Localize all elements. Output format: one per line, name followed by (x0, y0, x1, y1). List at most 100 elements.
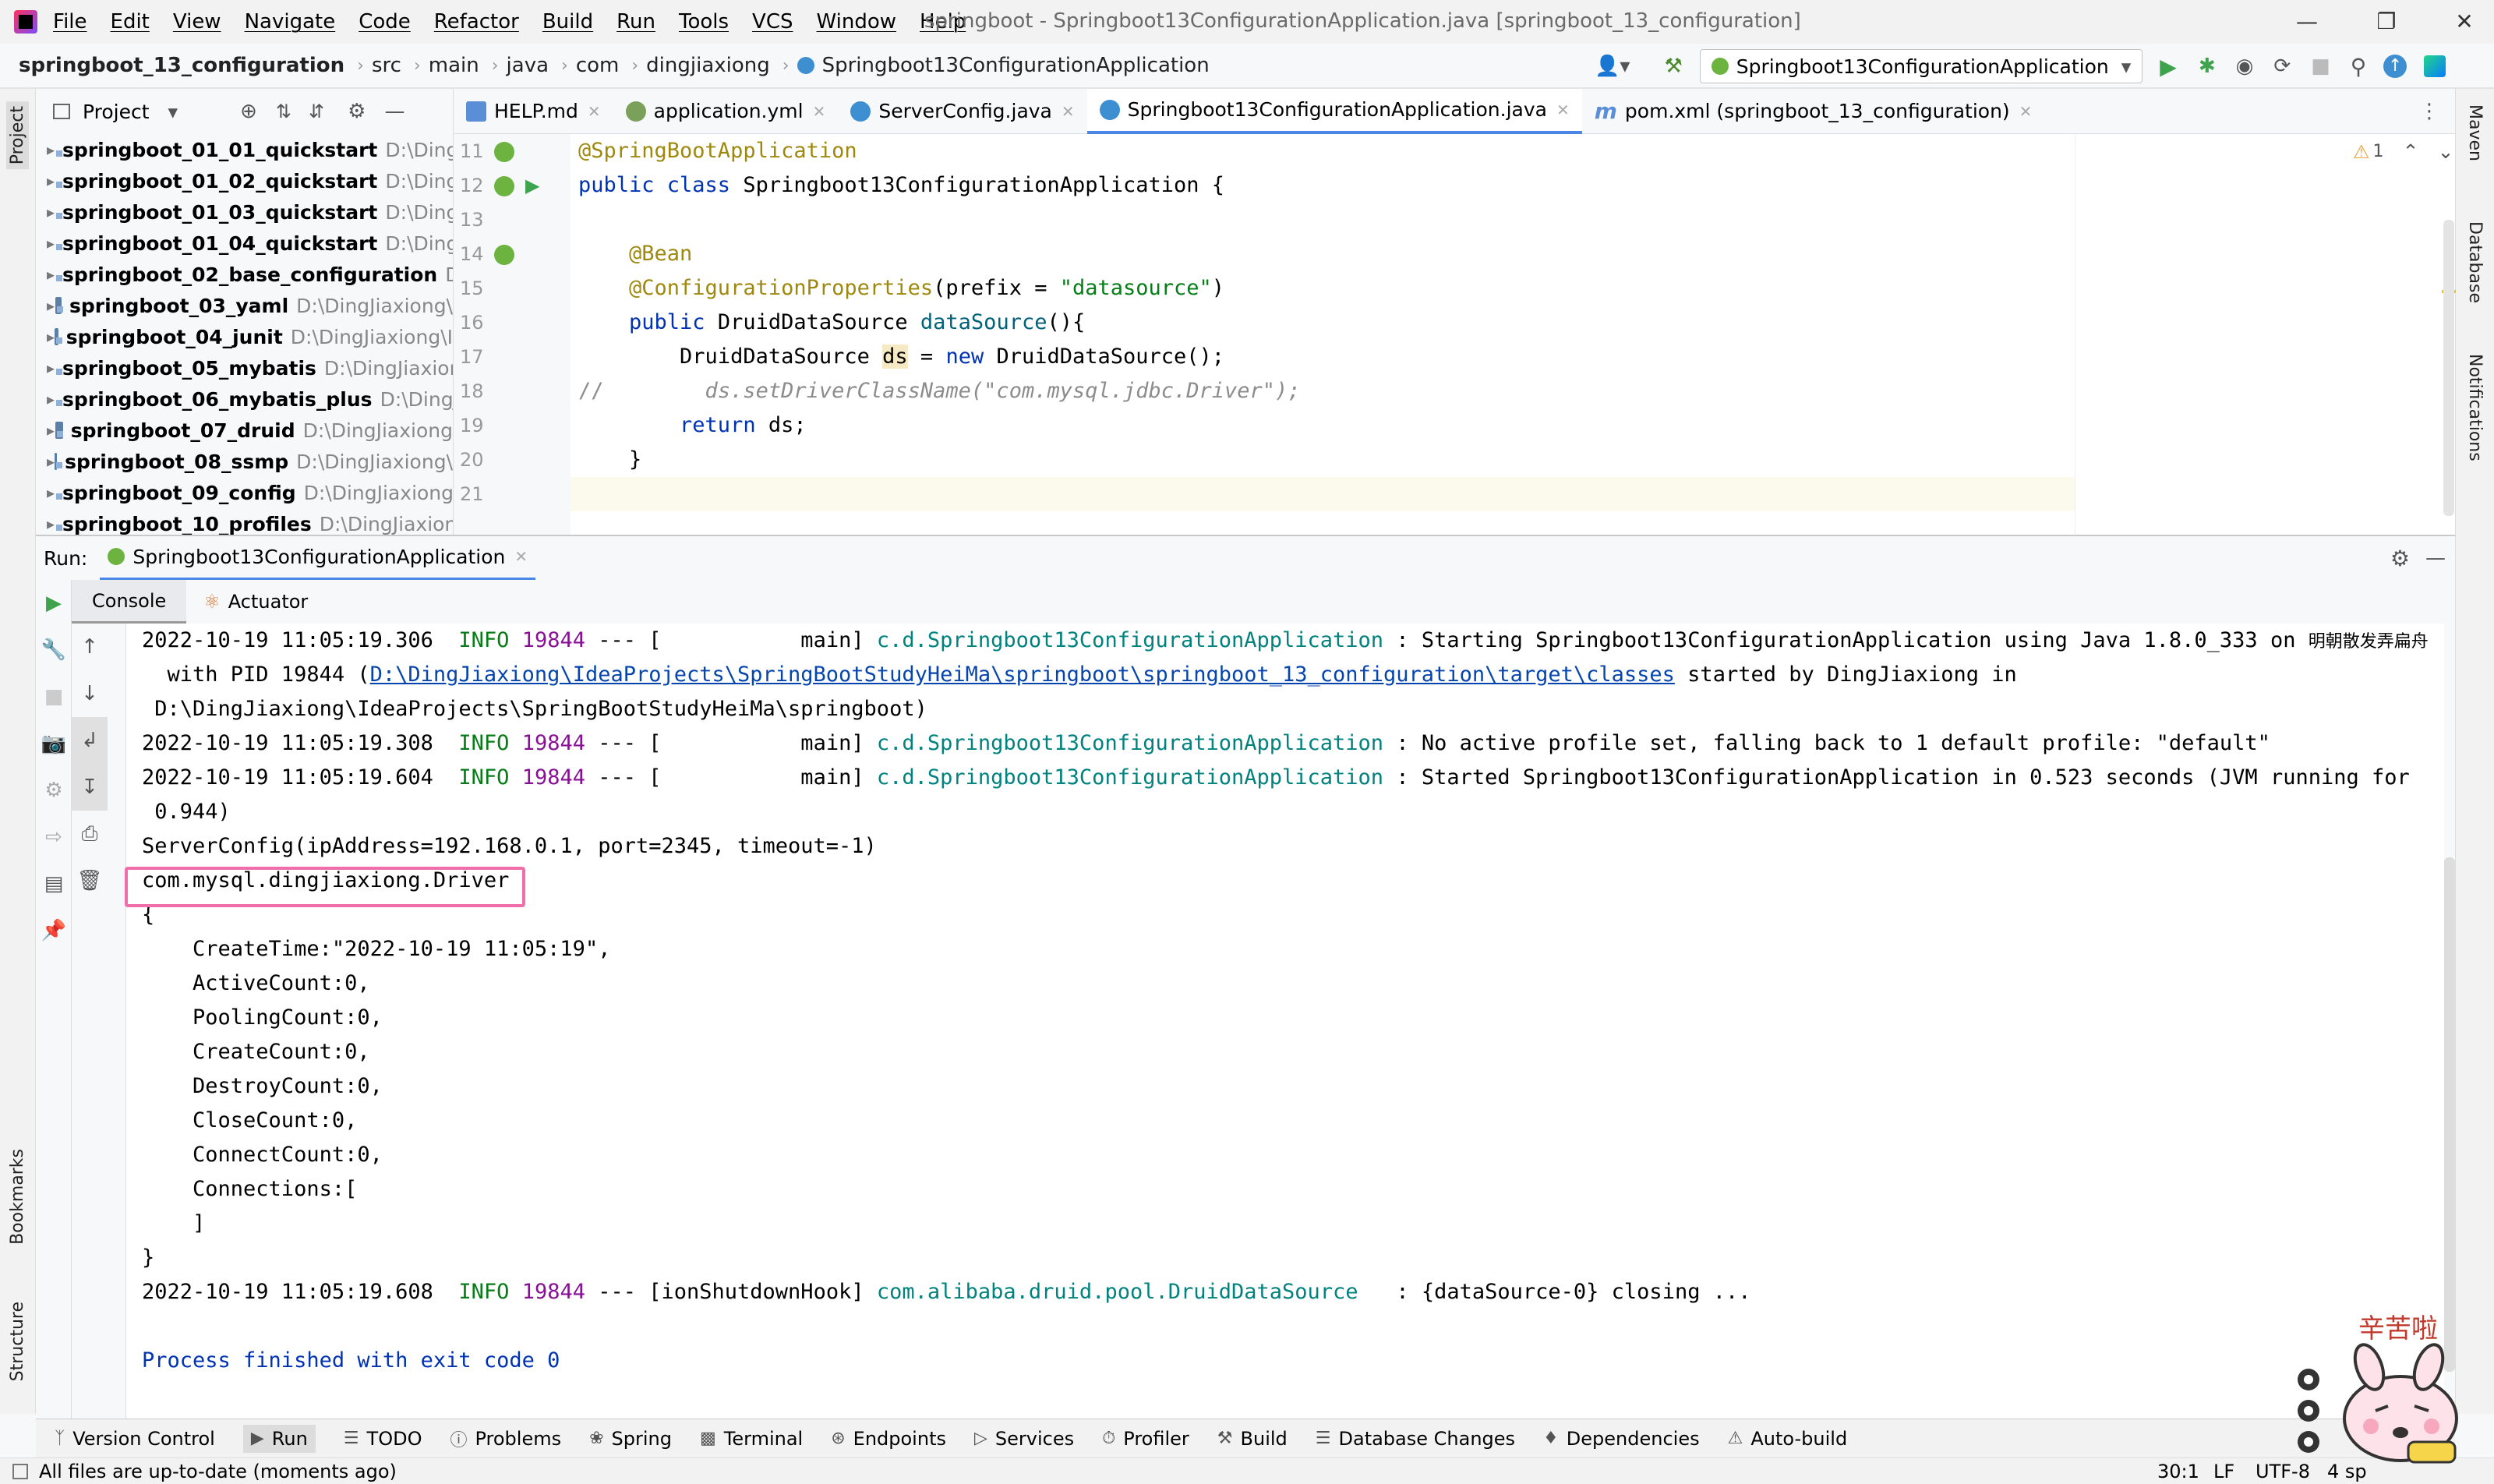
menu-vcs[interactable]: VCS (752, 10, 793, 34)
chevron-right-icon[interactable]: ▸ (47, 171, 55, 190)
settings-icon[interactable]: ⚙ (36, 767, 72, 814)
breadcrumb-com[interactable]: com (576, 54, 620, 77)
chevron-right-icon[interactable]: ▸ (47, 234, 55, 253)
console-output[interactable]: 2022-10-19 11:05:19.306 INFO 19844 --- [… (126, 624, 2444, 1419)
menu-tools[interactable]: Tools (679, 10, 729, 34)
expand-all-icon[interactable]: ⇅ (276, 101, 291, 122)
tool-run[interactable]: ▶ Run (242, 1424, 316, 1453)
run-config-tab[interactable]: Springboot13ConfigurationApplication ✕ (100, 535, 536, 581)
jetbrains-icon[interactable] (2424, 55, 2446, 77)
chevron-right-icon[interactable]: ▸ (47, 390, 55, 408)
tool-services[interactable]: ▷ Services (974, 1428, 1074, 1450)
close-tab-icon[interactable]: ✕ (1062, 102, 1075, 121)
database-stripe-button[interactable]: Database (2465, 221, 2485, 303)
menu-window[interactable]: Window (817, 10, 897, 34)
chevron-right-icon[interactable]: ▸ (47, 421, 55, 440)
chevron-right-icon[interactable]: ▸ (47, 359, 55, 377)
project-tree-item[interactable]: ▸ springboot_09_config D:\DingJiaxiong (36, 477, 453, 508)
tool-dependencies[interactable]: ♦ Dependencies (1543, 1428, 1700, 1450)
spring-bean-gutter-icon[interactable] (494, 176, 514, 196)
caret-position[interactable]: 30:1 (2157, 1461, 2199, 1482)
close-tab-icon[interactable]: ✕ (514, 547, 528, 566)
breadcrumb-class[interactable]: Springboot13ConfigurationApplication (822, 54, 1210, 77)
breadcrumb-project[interactable]: springboot_13_configuration (19, 54, 344, 77)
run-gutter-icon[interactable]: ▶ (525, 175, 539, 196)
chevron-right-icon[interactable]: ▸ (47, 265, 55, 284)
tab-springboot13configurationapplication-java[interactable]: Springboot13ConfigurationApplication.jav… (1086, 88, 1582, 134)
locate-icon[interactable]: ⊕ (240, 100, 257, 123)
classpath-link[interactable]: D:\DingJiaxiong\IdeaProjects\SpringBootS… (370, 662, 1675, 687)
editor-scrollbar[interactable] (2443, 220, 2454, 516)
menu-run[interactable]: Run (616, 10, 655, 34)
menu-navigate[interactable]: Navigate (245, 10, 336, 34)
run-config-selector[interactable]: Springboot13ConfigurationApplication ▾ (1699, 49, 2143, 83)
more-tabs-icon[interactable]: ⋮ (2419, 100, 2439, 123)
stop-icon[interactable]: ■ (36, 673, 72, 720)
spring-bean-gutter-icon[interactable] (494, 245, 514, 265)
camera-icon[interactable]: 📷 (36, 720, 72, 767)
minimize-icon[interactable]: — (2284, 3, 2330, 41)
close-icon[interactable]: ✕ (2441, 3, 2488, 41)
tool-database-changes[interactable]: ☰ Database Changes (1316, 1428, 1515, 1450)
chevron-right-icon[interactable]: ▸ (47, 483, 55, 502)
tool-profiler[interactable]: ⏱ Profiler (1102, 1428, 1189, 1450)
tool-terminal[interactable]: ▩ Terminal (700, 1428, 803, 1450)
menu-file[interactable]: File (53, 10, 87, 34)
maximize-icon[interactable]: ❐ (2363, 3, 2410, 41)
scroll-up-icon[interactable]: ↑ (72, 624, 108, 670)
spring-bean-gutter-icon[interactable] (494, 142, 514, 162)
project-panel-title[interactable]: Project (83, 101, 150, 123)
close-tab-icon[interactable]: ✕ (1556, 101, 1570, 119)
line-separator[interactable]: LF (2213, 1461, 2234, 1482)
tool-spring[interactable]: ❀ Spring (589, 1428, 672, 1450)
project-tree-item[interactable]: ▸ springboot_04_junit D:\DingJiaxiong\I (36, 321, 453, 352)
pin-icon[interactable]: 📌 (36, 907, 72, 954)
chevron-right-icon[interactable]: ▸ (47, 514, 55, 533)
project-tree-item[interactable]: ▸ springboot_01_03_quickstart D:\Ding (36, 196, 453, 228)
layout-icon[interactable]: ▤ (36, 860, 72, 907)
breadcrumb-src[interactable]: src (372, 54, 401, 77)
gear-icon[interactable]: ⚙ (2390, 546, 2410, 571)
close-tab-icon[interactable]: ✕ (588, 102, 601, 121)
menu-view[interactable]: View (173, 10, 221, 34)
tab-actuator[interactable]: ⚛ Actuator (186, 580, 325, 624)
tool-build[interactable]: ⚒ Build (1217, 1428, 1288, 1450)
soft-wrap-icon[interactable]: ↲ (72, 717, 108, 764)
project-tree-item[interactable]: ▸ springboot_08_ssmp D:\DingJiaxiong\ (36, 446, 453, 477)
tab-help-md[interactable]: HELP.md ✕ (454, 89, 613, 134)
run-icon[interactable]: ▶ (2160, 54, 2177, 80)
user-icon[interactable]: 👤▾ (1595, 55, 1630, 78)
update-icon[interactable]: ↑ (2383, 55, 2407, 78)
hide-icon[interactable]: — (384, 100, 404, 123)
chevron-down-icon[interactable]: ▾ (168, 101, 178, 123)
project-tree-item[interactable]: ▸ springboot_03_yaml D:\DingJiaxiong\ (36, 290, 453, 321)
previous-highlight-icon[interactable]: ⌃ (2403, 140, 2419, 163)
project-tree-item[interactable]: ▸ springboot_07_druid D:\DingJiaxiong (36, 415, 453, 446)
chevron-right-icon[interactable]: ▸ (47, 203, 55, 221)
stop-icon[interactable]: ■ (2311, 55, 2330, 78)
structure-stripe-button[interactable]: Structure (8, 1302, 27, 1381)
project-tree-item[interactable]: ▸ springboot_01_01_quickstart D:\Ding (36, 134, 453, 165)
project-tree-item[interactable]: ▸ springboot_01_04_quickstart D:\Ding (36, 228, 453, 259)
scroll-down-icon[interactable]: ↓ (72, 670, 108, 717)
project-tree-item[interactable]: ▸ springboot_05_mybatis D:\DingJiaxior (36, 352, 453, 383)
search-icon[interactable]: ⚲ (2351, 54, 2367, 80)
collapse-all-icon[interactable]: ⇵ (309, 101, 324, 122)
project-tree-item[interactable]: ▸ springboot_06_mybatis_plus D:\DingJ (36, 383, 453, 415)
notifications-stripe-button[interactable]: Notifications (2465, 354, 2485, 461)
tool-auto-build[interactable]: ⚠ Auto-build (1728, 1428, 1848, 1450)
tool-endpoints[interactable]: ⊛ Endpoints (831, 1428, 946, 1450)
hammer-icon[interactable]: ⚒ (1664, 55, 1682, 78)
breadcrumb-package[interactable]: dingjiaxiong (646, 54, 770, 77)
coverage-icon[interactable]: ◉ (2236, 55, 2254, 78)
chevron-right-icon[interactable]: ▸ (47, 296, 55, 315)
profile-icon[interactable]: ⟳ (2273, 55, 2291, 78)
menu-build[interactable]: Build (542, 10, 593, 34)
tool-todo[interactable]: ☰ TODO (344, 1428, 422, 1450)
tab-serverconfig-java[interactable]: ServerConfig.java ✕ (838, 89, 1086, 134)
inspection-widget[interactable]: ⚠ 1 ⌃ ⌄ (2353, 140, 2453, 163)
close-tab-icon[interactable]: ✕ (2019, 102, 2033, 121)
hide-icon[interactable]: — (2425, 546, 2446, 570)
project-tree-item[interactable]: ▸ springboot_02_base_configuration D (36, 259, 453, 290)
trash-icon[interactable]: 🗑 (72, 857, 108, 904)
